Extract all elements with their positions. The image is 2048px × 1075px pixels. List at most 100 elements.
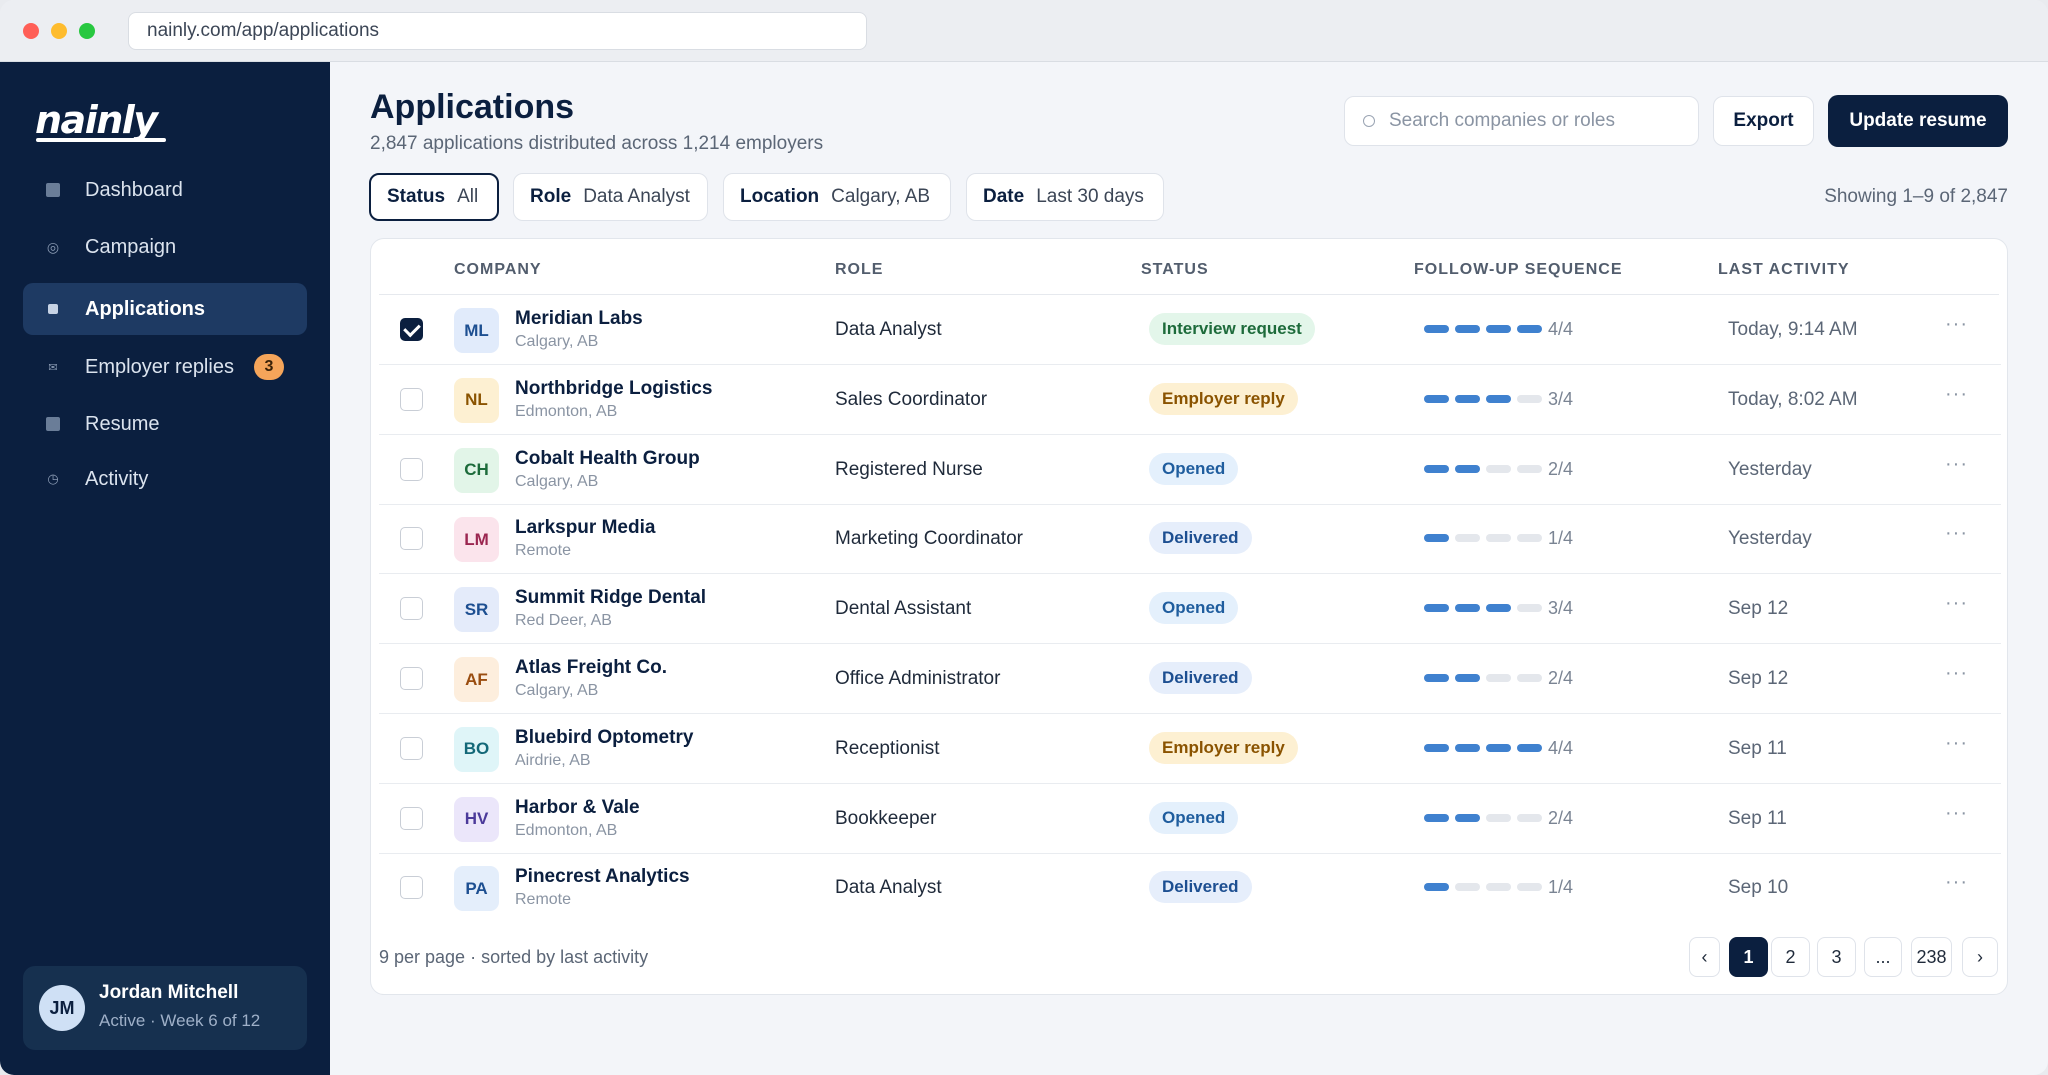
sequence-step: [1517, 464, 1542, 473]
more-options-icon[interactable]: ···: [1945, 871, 1968, 894]
filter-location[interactable]: Location Calgary, AB: [723, 173, 951, 221]
column-header-last-activity[interactable]: LAST ACTIVITY: [1718, 261, 1850, 279]
sequence-step: [1486, 604, 1511, 613]
table-row[interactable]: AF Atlas Freight Co. Calgary, AB Office Adm…: [379, 644, 2001, 714]
sequence-step: [1517, 813, 1542, 822]
brand-logo[interactable]: nainly: [35, 98, 158, 142]
row-checkbox[interactable]: [400, 806, 423, 830]
export-button[interactable]: Export: [1713, 96, 1814, 146]
company-name[interactable]: Larkspur Media: [515, 517, 655, 539]
company-location: Remote: [515, 542, 572, 560]
role-cell: Registered Nurse: [835, 458, 983, 480]
row-checkbox[interactable]: [400, 318, 423, 341]
column-header-follow-up[interactable]: FOLLOW-UP SEQUENCE: [1414, 261, 1623, 279]
prev-page-button[interactable]: ‹: [1689, 937, 1720, 977]
company-name[interactable]: Northbridge Logistics: [515, 378, 712, 400]
more-options-icon[interactable]: ···: [1945, 383, 1968, 406]
avatar: JM: [39, 985, 85, 1031]
row-checkbox[interactable]: [400, 667, 423, 690]
sequence-step: [1486, 394, 1511, 403]
row-checkbox[interactable]: [400, 527, 423, 551]
table-row[interactable]: ML Meridian Labs Calgary, AB Data Analyst In…: [379, 295, 2001, 365]
more-options-icon[interactable]: ···: [1945, 802, 1968, 825]
sidebar-item-label: Activity: [85, 467, 149, 490]
close-window-button[interactable]: [23, 23, 39, 39]
column-header-role[interactable]: ROLE: [835, 261, 883, 279]
sequence-step: [1455, 743, 1480, 752]
company-name[interactable]: Summit Ridge Dental: [515, 587, 706, 609]
follow-up-progress: [1424, 604, 1542, 613]
role-cell: Sales Coordinator: [835, 388, 988, 410]
sidebar-item-dashboard[interactable]: Dashboard: [23, 164, 307, 216]
status-badge: Interview request: [1149, 313, 1315, 345]
sidebar-item-label: Applications: [85, 297, 206, 320]
company-name[interactable]: Bluebird Optometry: [515, 727, 693, 749]
company-logo: ML: [454, 308, 499, 353]
sequence-step: [1455, 604, 1480, 613]
row-checkbox[interactable]: [400, 597, 423, 621]
sidebar-item-applications[interactable]: Applications: [23, 283, 307, 335]
address-bar[interactable]: nainly.com/app/applications: [128, 12, 867, 50]
company-name[interactable]: Cobalt Health Group: [515, 448, 700, 470]
page-2-button[interactable]: 2: [1771, 937, 1810, 977]
sidebar-item-campaign[interactable]: ◎ Campaign: [23, 221, 307, 273]
more-options-icon[interactable]: ···: [1945, 522, 1968, 545]
follow-up-progress: [1424, 883, 1542, 892]
sidebar-item-activity[interactable]: ◷ Activity: [23, 453, 307, 505]
maximize-window-button[interactable]: [79, 23, 95, 39]
table-row[interactable]: HV Harbor & Vale Edmonton, AB Bookkeeper Ope…: [379, 784, 2001, 854]
company-name[interactable]: Harbor & Vale: [515, 797, 640, 819]
more-options-icon[interactable]: ···: [1945, 662, 1968, 685]
page-3-button[interactable]: 3: [1817, 937, 1856, 977]
filter-status[interactable]: Status All: [369, 173, 499, 221]
page-238-button[interactable]: 238: [1911, 937, 1952, 977]
more-options-icon[interactable]: ···: [1945, 592, 1968, 615]
more-options-icon[interactable]: ···: [1945, 732, 1968, 755]
sidebar-item-employer-replies[interactable]: ✉ Employer replies 3: [23, 341, 307, 393]
search-icon: [1363, 115, 1375, 127]
filter-value: Data Analyst: [583, 186, 690, 207]
sequence-step: [1424, 464, 1449, 473]
company-name[interactable]: Pinecrest Analytics: [515, 866, 690, 888]
update-resume-button[interactable]: Update resume: [1828, 95, 2008, 147]
company-logo: PA: [454, 866, 499, 912]
filter-key: Status: [387, 186, 446, 207]
table-row[interactable]: SR Summit Ridge Dental Red Deer, AB Dental …: [379, 574, 2001, 645]
table-row[interactable]: LM Larkspur Media Remote Marketing Coordina…: [379, 504, 2001, 575]
column-header-company[interactable]: COMPANY: [454, 261, 542, 279]
row-checkbox[interactable]: [400, 457, 423, 481]
company-name[interactable]: Atlas Freight Co.: [515, 657, 667, 679]
search-input[interactable]: Search companies or roles: [1344, 96, 1699, 146]
sidebar-item-resume[interactable]: Resume: [23, 398, 307, 450]
sequence-step: [1517, 674, 1542, 682]
status-badge: Delivered: [1149, 522, 1252, 555]
filter-role[interactable]: Role Data Analyst: [513, 173, 708, 221]
user-card[interactable]: JM Jordan Mitchell Active · Week 6 of 12: [23, 966, 307, 1050]
minimize-window-button[interactable]: [51, 23, 67, 39]
table-row[interactable]: PA Pinecrest Analytics Remote Data Analyst D…: [379, 853, 2001, 923]
filter-key: Date: [983, 186, 1025, 207]
next-page-button[interactable]: ›: [1962, 937, 1998, 977]
role-cell: Bookkeeper: [835, 807, 937, 829]
company-name[interactable]: Meridian Labs: [515, 308, 643, 330]
sequence-step: [1455, 534, 1480, 543]
sidebar-item-label: Dashboard: [85, 178, 183, 201]
filter-value: Calgary, AB: [831, 186, 931, 207]
page-1-button[interactable]: 1: [1729, 937, 1768, 977]
column-header-status[interactable]: STATUS: [1141, 261, 1209, 279]
follow-up-progress: [1424, 394, 1542, 403]
company-location: Edmonton, AB: [515, 821, 618, 839]
filter-date[interactable]: Date Last 30 days: [966, 173, 1164, 221]
last-activity: Today, 9:14 AM: [1728, 319, 1858, 340]
row-checkbox[interactable]: [400, 736, 423, 760]
sequence-step: [1486, 674, 1511, 682]
row-checkbox[interactable]: [400, 876, 423, 900]
last-activity: Sep 12: [1728, 668, 1789, 689]
row-checkbox[interactable]: [400, 387, 423, 411]
table-row[interactable]: NL Northbridge Logistics Edmonton, AB Sales…: [379, 365, 2001, 435]
follow-up-progress: [1424, 464, 1542, 473]
more-options-icon[interactable]: ···: [1945, 453, 1968, 476]
table-row[interactable]: CH Cobalt Health Group Calgary, AB Register…: [379, 435, 2001, 505]
more-options-icon[interactable]: ···: [1945, 313, 1968, 336]
table-row[interactable]: BO Bluebird Optometry Airdrie, AB Reception…: [379, 714, 2001, 784]
